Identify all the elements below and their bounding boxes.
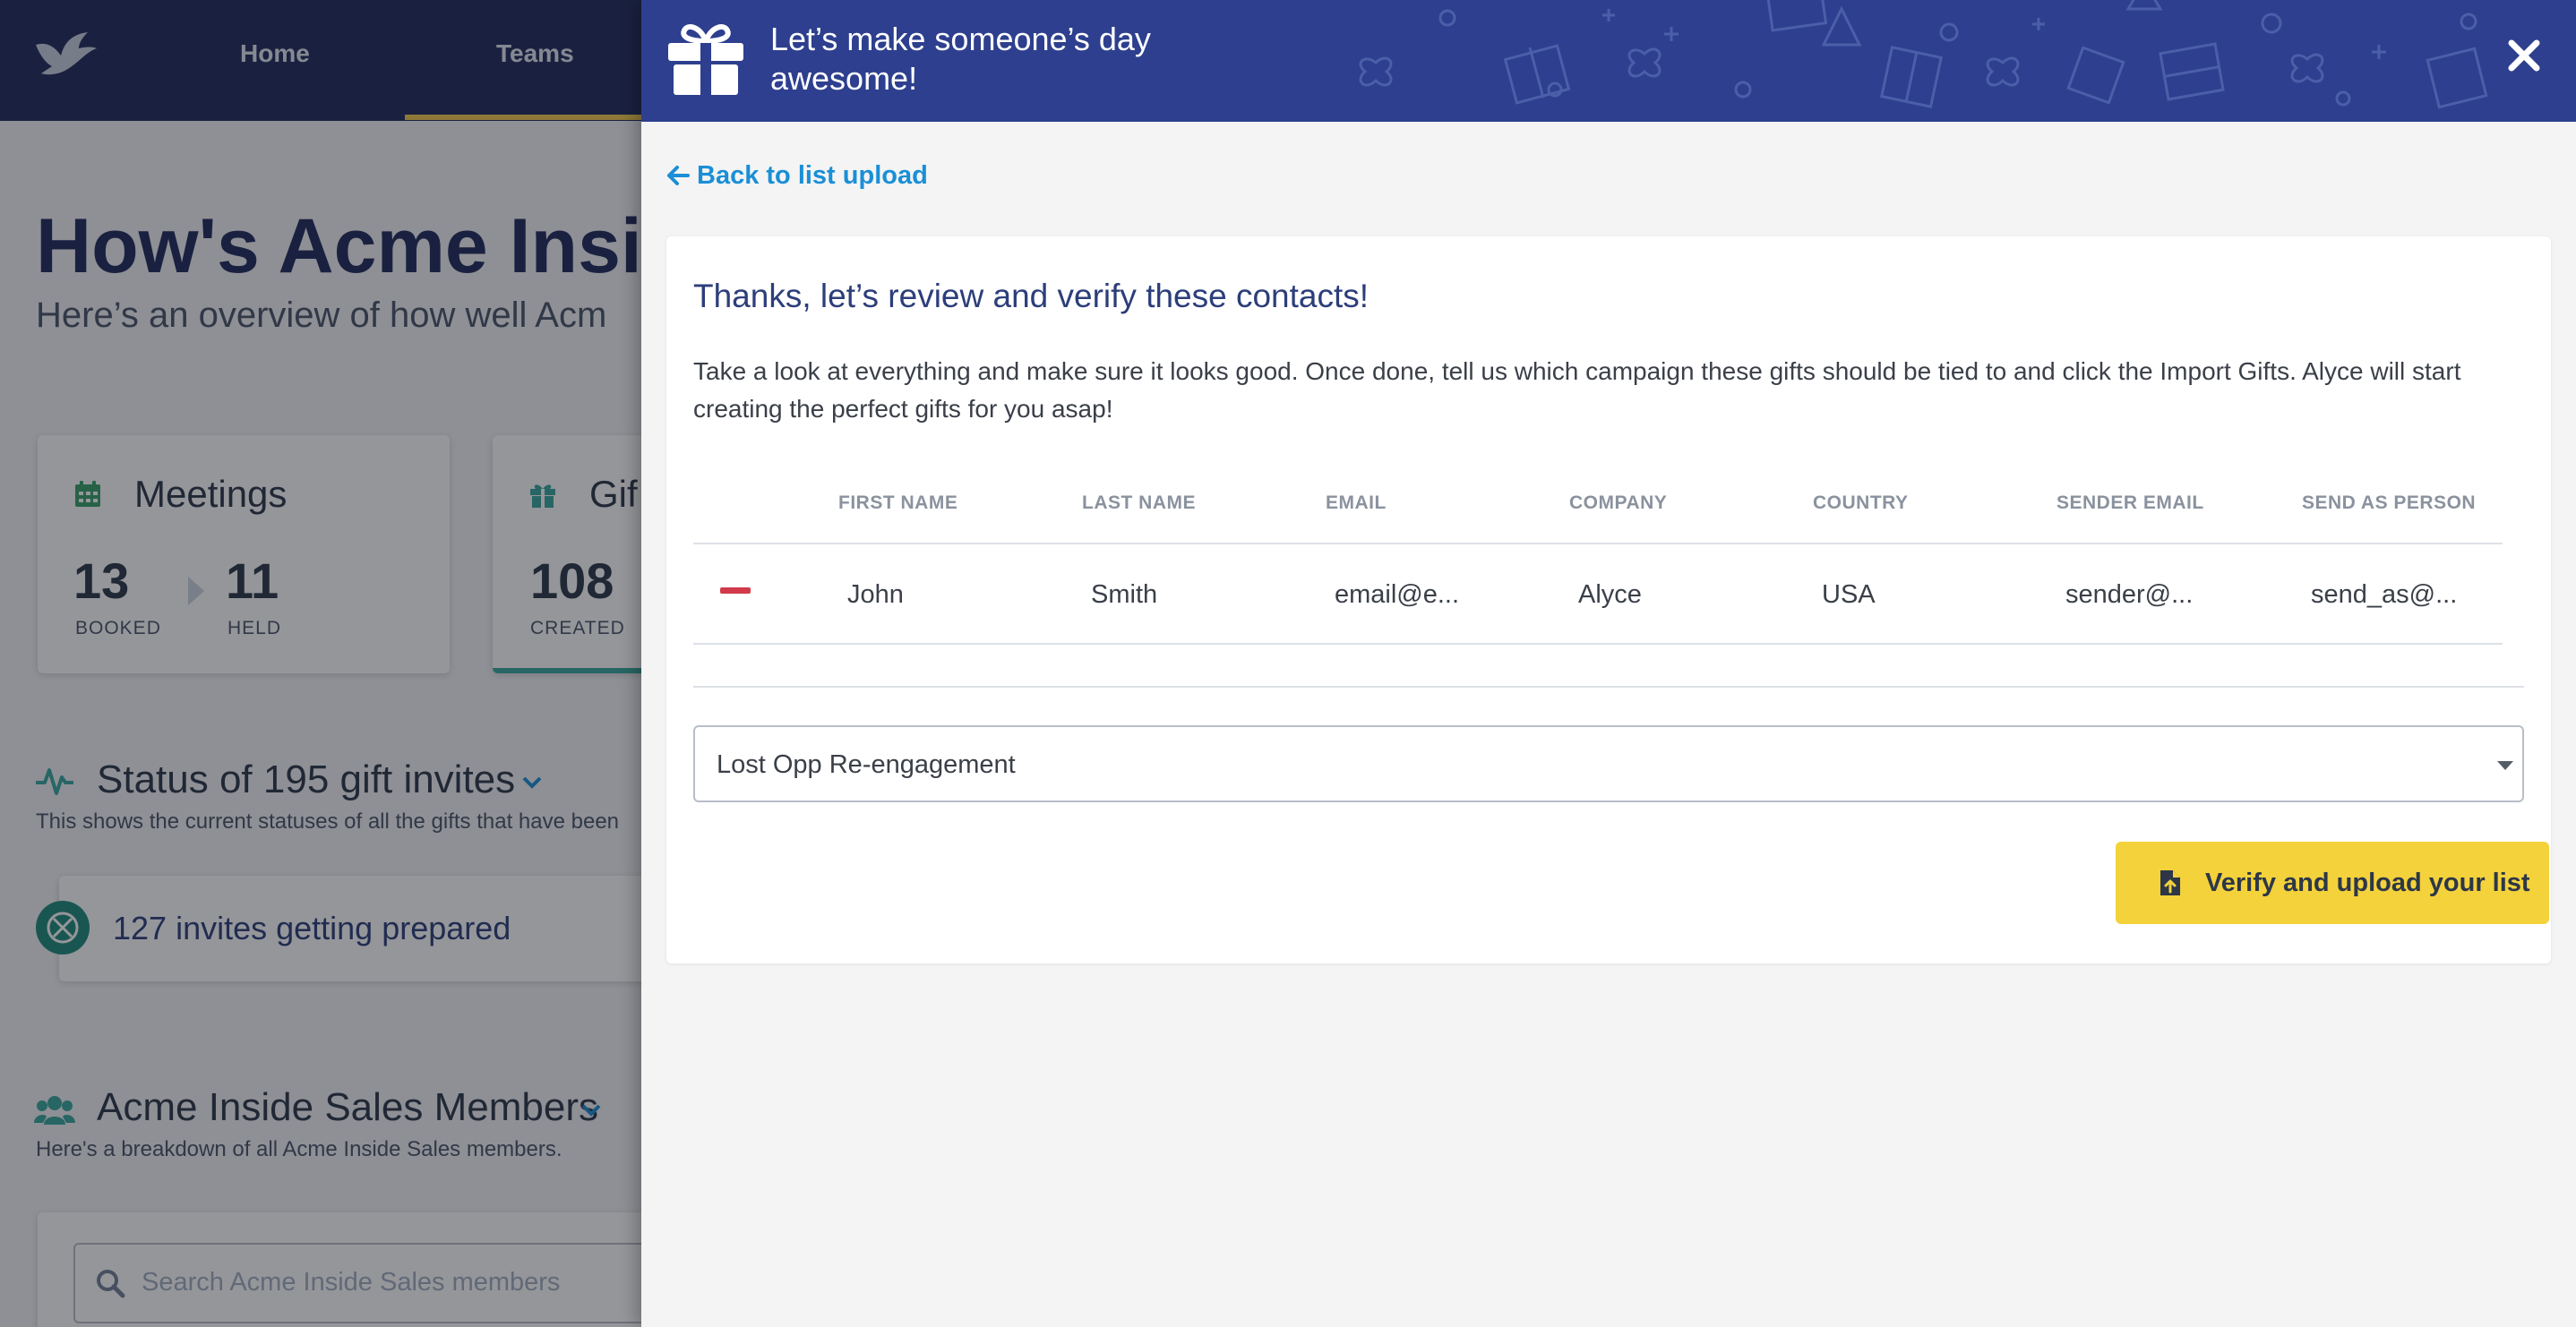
column-header-sender-email: SENDER EMAIL xyxy=(2057,492,2204,513)
column-header-last-name: LAST NAME xyxy=(1082,492,1196,513)
cell-email: email@e... xyxy=(1335,580,1460,609)
caret-down-icon xyxy=(2497,761,2513,770)
cell-country: USA xyxy=(1822,580,1876,609)
column-header-email: EMAIL xyxy=(1326,492,1387,513)
cell-company: Alyce xyxy=(1578,580,1642,609)
campaign-select-value: Lost Opp Re-engagement xyxy=(717,750,1016,779)
panel-header-title: Let’s make someone’s day awesome! xyxy=(770,21,1151,97)
column-header-first-name: FIRST NAME xyxy=(838,492,958,513)
cell-send-as-person: send_as@... xyxy=(2311,580,2458,609)
section-divider xyxy=(693,686,2524,688)
back-link-label: Back to list upload xyxy=(697,161,928,190)
gift-icon xyxy=(668,24,743,97)
review-title: Thanks, let’s review and verify these co… xyxy=(693,278,1370,314)
review-description: Take a look at everything and make sure … xyxy=(693,357,2461,423)
cell-sender-email: sender@... xyxy=(2065,580,2194,609)
back-to-list-upload-link[interactable]: Back to list upload xyxy=(666,161,928,191)
table-divider xyxy=(693,543,2503,544)
campaign-select[interactable]: Lost Opp Re-engagement xyxy=(693,725,2524,802)
cell-first-name: John xyxy=(847,580,904,609)
file-upload-icon xyxy=(2160,870,2180,895)
close-icon[interactable] xyxy=(2504,36,2544,75)
verify-button-label: Verify and upload your list xyxy=(2205,869,2530,897)
upload-panel: Let’s make someone’s day awesome! Back t… xyxy=(641,0,2576,1327)
column-header-send-as-person: SEND AS PERSON xyxy=(2302,492,2477,513)
panel-header: Let’s make someone’s day awesome! xyxy=(641,0,2576,122)
column-header-company: COMPANY xyxy=(1569,492,1668,513)
column-header-country: COUNTRY xyxy=(1813,492,1909,513)
cell-last-name: Smith xyxy=(1091,580,1158,609)
table-row-divider xyxy=(693,643,2503,645)
arrow-left-icon xyxy=(667,166,690,185)
verify-and-upload-button[interactable]: Verify and upload your list xyxy=(2116,842,2549,924)
remove-row-minus-icon[interactable] xyxy=(720,587,751,594)
review-card: Thanks, let’s review and verify these co… xyxy=(666,236,2551,963)
